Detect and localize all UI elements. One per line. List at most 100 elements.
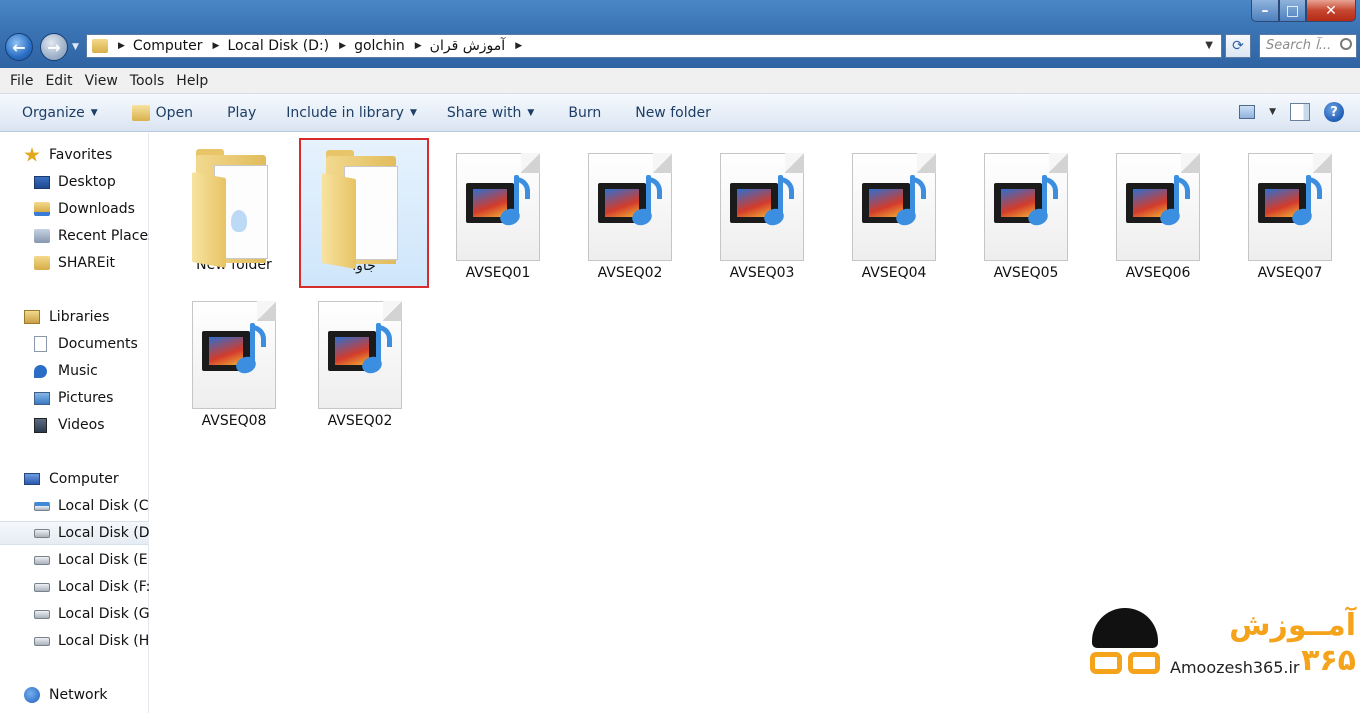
- chevron-right-icon[interactable]: ▶: [213, 41, 220, 51]
- media-file-icon: [588, 153, 672, 261]
- media-file-icon: [456, 153, 540, 261]
- breadcrumb-computer[interactable]: Computer: [133, 38, 203, 54]
- system-drive-icon: [34, 501, 50, 511]
- file-name: AVSEQ03: [729, 265, 795, 281]
- search-input[interactable]: Search آ...: [1259, 34, 1357, 58]
- change-view-icon[interactable]: [1239, 105, 1256, 119]
- forward-button[interactable]: →: [40, 33, 68, 61]
- menu-file[interactable]: File: [4, 73, 39, 89]
- command-bar: Organize ▼ Open Play Include in library ▼ …: [0, 94, 1360, 132]
- chevron-right-icon[interactable]: ▶: [118, 41, 125, 51]
- file-name: AVSEQ05: [993, 265, 1059, 281]
- drive-icon: [34, 555, 50, 565]
- nav-desktop[interactable]: Desktop: [0, 170, 149, 194]
- nav-local-disk-d[interactable]: Local Disk (D:): [0, 521, 149, 545]
- organize-label: Organize: [22, 104, 85, 121]
- file-item-media[interactable]: AVSEQ02: [565, 139, 695, 289]
- network-icon: [24, 687, 40, 703]
- nav-documents[interactable]: Documents: [0, 332, 149, 356]
- nav-local-disk-g[interactable]: Local Disk (G:): [0, 602, 149, 626]
- nav-music[interactable]: Music: [0, 359, 149, 383]
- documents-icon: [34, 336, 47, 352]
- file-item-folder-selected[interactable]: جاوا: [299, 138, 429, 288]
- file-item-media[interactable]: AVSEQ05: [961, 139, 1091, 289]
- recent-pages-dropdown[interactable]: ▼: [72, 42, 79, 52]
- nav-local-disk-c[interactable]: Local Disk (C:): [0, 494, 149, 518]
- media-file-icon: [1248, 153, 1332, 261]
- breadcrumb-local-disk-d[interactable]: Local Disk (D:): [227, 38, 329, 54]
- media-file-icon: [720, 153, 804, 261]
- chevron-down-icon[interactable]: ▼: [1269, 107, 1276, 117]
- refresh-button[interactable]: ⟳: [1225, 34, 1251, 58]
- organize-button[interactable]: Organize ▼: [0, 94, 108, 131]
- nav-local-disk-f[interactable]: Local Disk (F:): [0, 575, 149, 599]
- address-bar[interactable]: ▶ Computer ▶ Local Disk (D:) ▶ golchin ▶…: [86, 34, 1222, 58]
- address-history-dropdown[interactable]: ▼: [1205, 40, 1213, 51]
- nav-computer[interactable]: Computer: [0, 467, 149, 491]
- chevron-right-icon[interactable]: ▶: [339, 41, 346, 51]
- nav-recent-places[interactable]: Recent Places: [0, 224, 149, 248]
- breadcrumb-golchin[interactable]: golchin: [354, 38, 405, 54]
- chevron-down-icon: ▼: [527, 107, 535, 118]
- window-controls: – □ ✕: [1251, 0, 1356, 22]
- nav-local-disk-e[interactable]: Local Disk (E:): [0, 548, 149, 572]
- drive-icon: [34, 528, 50, 538]
- include-in-library-button[interactable]: Include in library ▼: [276, 94, 427, 131]
- new-folder-button[interactable]: New folder: [625, 94, 721, 131]
- file-item-folder[interactable]: New folder: [169, 139, 299, 289]
- media-file-icon: [1116, 153, 1200, 261]
- file-name: AVSEQ07: [1257, 265, 1323, 281]
- media-file-icon: [318, 301, 402, 409]
- open-folder-icon: [131, 104, 150, 121]
- chevron-right-icon[interactable]: ▶: [415, 41, 422, 51]
- preview-pane-icon[interactable]: [1290, 103, 1310, 121]
- file-item-media[interactable]: AVSEQ02: [295, 287, 425, 437]
- minimize-button[interactable]: –: [1251, 0, 1279, 22]
- file-item-media[interactable]: AVSEQ04: [829, 139, 959, 289]
- back-button[interactable]: ←: [5, 33, 33, 61]
- computer-icon: [24, 473, 40, 485]
- videos-icon: [34, 417, 47, 433]
- navigation-pane: Favorites Desktop Downloads Recent Place…: [0, 133, 149, 713]
- breadcrumb-current-folder[interactable]: آموزش قران: [430, 38, 506, 54]
- help-icon[interactable]: ?: [1324, 102, 1344, 122]
- nav-downloads[interactable]: Downloads: [0, 197, 149, 221]
- watermark-url: Amoozesh365.ir: [1170, 658, 1300, 677]
- file-item-media[interactable]: AVSEQ03: [697, 139, 827, 289]
- nav-shareit[interactable]: SHAREit: [0, 251, 149, 275]
- play-button[interactable]: Play: [217, 94, 266, 131]
- chevron-down-icon: ▼: [90, 107, 98, 118]
- include-in-library-label: Include in library: [286, 104, 404, 121]
- file-name: AVSEQ02: [327, 413, 393, 429]
- open-button[interactable]: Open: [122, 94, 203, 131]
- nav-libraries[interactable]: Libraries: [0, 305, 149, 329]
- file-item-media[interactable]: AVSEQ07: [1225, 139, 1355, 289]
- drive-icon: [34, 609, 50, 619]
- close-button[interactable]: ✕: [1306, 0, 1356, 22]
- nav-videos[interactable]: Videos: [0, 413, 149, 437]
- burn-button[interactable]: Burn: [558, 94, 611, 131]
- folder-icon: [34, 256, 50, 270]
- search-placeholder: Search آ...: [1266, 38, 1332, 53]
- nav-favorites[interactable]: Favorites: [0, 143, 149, 167]
- file-item-media[interactable]: AVSEQ08: [169, 287, 299, 437]
- drive-icon: [34, 582, 50, 592]
- nav-local-disk-h[interactable]: Local Disk (H:): [0, 629, 149, 653]
- menu-tools[interactable]: Tools: [124, 73, 171, 89]
- file-name: AVSEQ01: [465, 265, 531, 281]
- menu-help[interactable]: Help: [170, 73, 214, 89]
- maximize-button[interactable]: □: [1279, 0, 1306, 22]
- file-item-media[interactable]: AVSEQ06: [1093, 139, 1223, 289]
- search-icon[interactable]: [1340, 38, 1352, 50]
- folder-icon: [192, 145, 276, 268]
- nav-pictures[interactable]: Pictures: [0, 386, 149, 410]
- chevron-right-icon[interactable]: ▶: [515, 41, 522, 51]
- file-item-media[interactable]: AVSEQ01: [433, 139, 563, 289]
- media-file-icon: [192, 301, 276, 409]
- menu-view[interactable]: View: [79, 73, 124, 89]
- downloads-icon: [34, 202, 50, 216]
- desktop-icon: [34, 175, 50, 189]
- share-with-button[interactable]: Share with ▼: [437, 94, 544, 131]
- nav-network[interactable]: Network: [0, 683, 149, 707]
- menu-edit[interactable]: Edit: [39, 73, 78, 89]
